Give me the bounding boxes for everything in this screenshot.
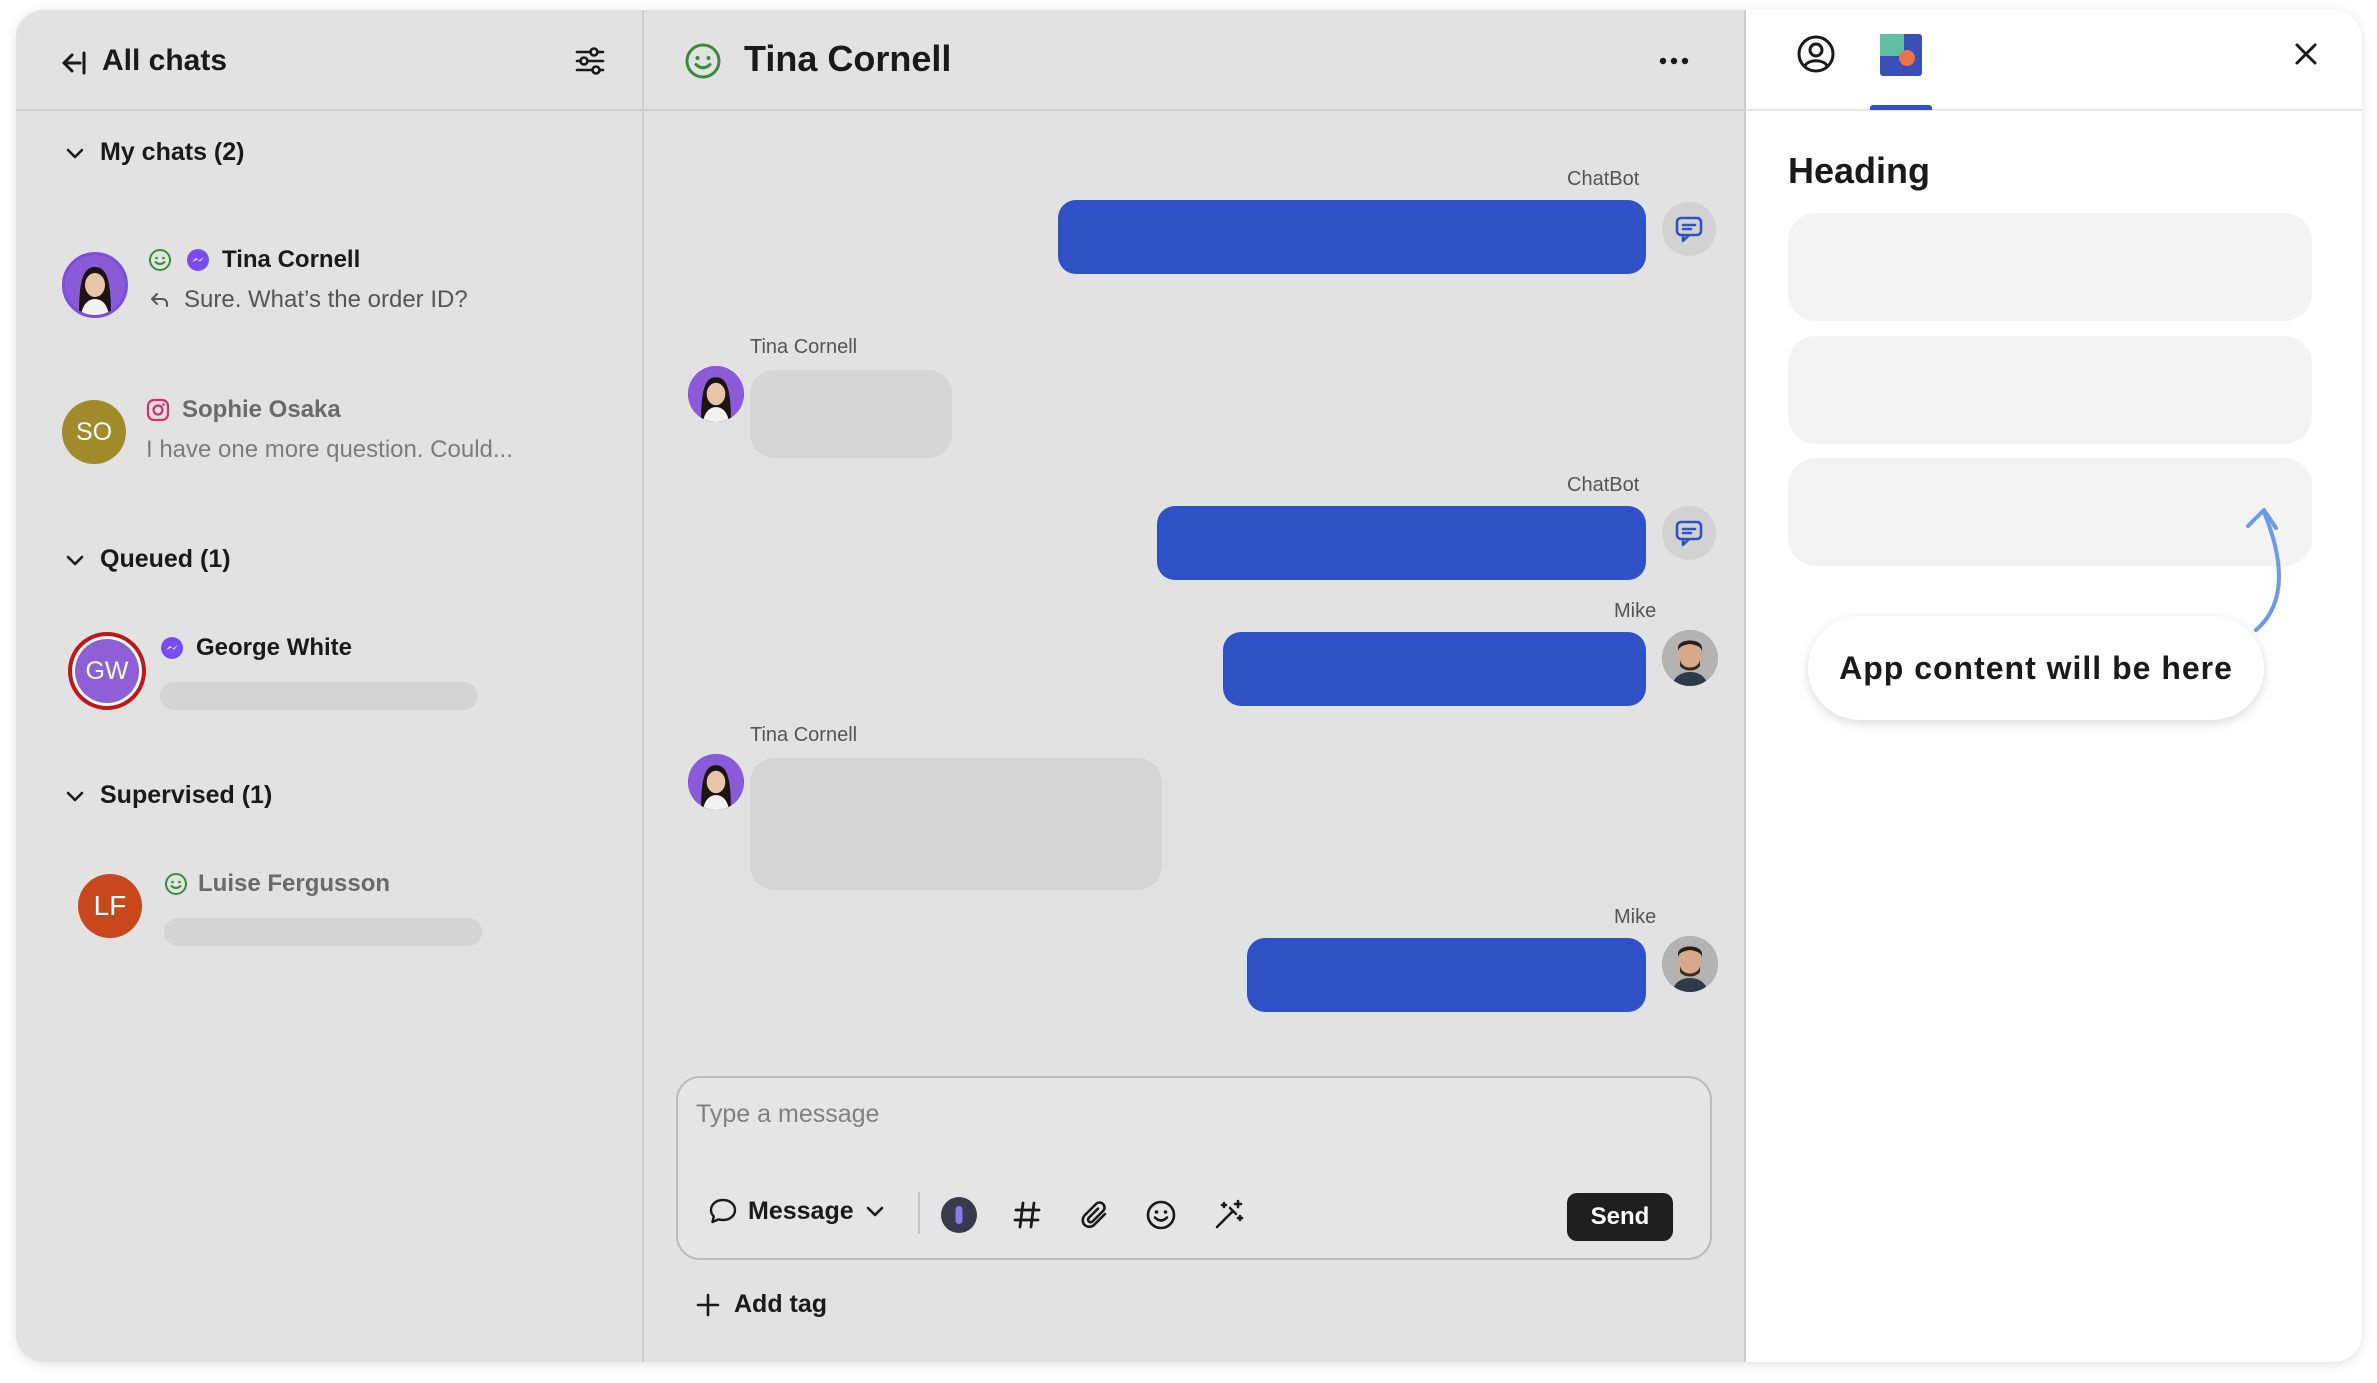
hashtag-button[interactable]: [1008, 1196, 1046, 1234]
chat-name: Tina Cornell: [222, 246, 361, 273]
message-author: Tina Cornell: [750, 336, 858, 358]
all-chats-title: All chats: [102, 44, 228, 77]
message-bubble: [1223, 632, 1646, 706]
content-card-placeholder: [1788, 458, 2312, 566]
avatar: SO: [62, 400, 126, 464]
filter-icon[interactable]: [572, 43, 608, 79]
chatbot-icon: [1662, 202, 1716, 256]
reply-icon: [151, 293, 168, 307]
message-composer: Message Send: [676, 1076, 1712, 1260]
message-input[interactable]: [696, 1100, 1596, 1129]
conversation-header: Tina Cornell: [644, 10, 1744, 111]
emoji-icon: [1146, 1200, 1176, 1230]
chat-name: Luise Fergusson: [198, 870, 391, 897]
paperclip-icon: [1081, 1201, 1107, 1229]
app-heading: Heading: [1788, 150, 1931, 191]
instagram-icon: [146, 398, 170, 422]
section-label: Supervised (1): [100, 781, 273, 809]
ai-orb-icon: [941, 1197, 977, 1233]
plus-icon: [696, 1293, 720, 1316]
mike-photo-icon: [1662, 936, 1718, 992]
message-bubble: [750, 758, 1162, 890]
chat-name: Sophie Osaka: [182, 396, 341, 423]
message-author: Mike: [1614, 600, 1657, 622]
add-tag-button[interactable]: Add tag: [694, 1290, 827, 1319]
avatar: [688, 366, 744, 422]
avatar: LF: [78, 874, 142, 938]
chevron-down-icon: [66, 148, 84, 158]
smile-icon: [149, 249, 171, 271]
avatar: [688, 754, 744, 810]
conversation-title: Tina Cornell: [744, 38, 952, 79]
messenger-icon: [187, 249, 209, 271]
tina-photo-icon: [65, 255, 125, 315]
avatar-initials: GW: [85, 656, 129, 685]
section-label: Queued (1): [100, 545, 231, 573]
chat-list-panel: All chats My chats (2) Tina Cornell Sure…: [16, 10, 644, 1362]
avatar: [62, 252, 128, 318]
more-options-icon[interactable]: [1654, 46, 1694, 76]
section-supervised[interactable]: Supervised (1): [64, 781, 272, 810]
app-content-callout: App content will be here: [1808, 616, 2264, 720]
section-my-chats[interactable]: My chats (2): [64, 138, 244, 167]
section-label: My chats (2): [100, 138, 245, 166]
curved-arrow-icon: [2246, 508, 2281, 632]
avatar-initials: LF: [93, 890, 127, 921]
chevron-down-icon: [866, 1206, 883, 1217]
message-type-dropdown[interactable]: Message: [708, 1196, 886, 1226]
chevron-down-icon: [66, 555, 84, 565]
attach-button[interactable]: [1076, 1196, 1114, 1234]
hashtag-icon: [1013, 1201, 1041, 1229]
chevron-down-icon: [66, 791, 84, 801]
avatar: [1662, 630, 1718, 686]
chatbot-icon: [1662, 506, 1716, 560]
avatar-initials: SO: [75, 417, 113, 446]
smile-icon: [165, 873, 187, 895]
details-panel: Heading App content will be here: [1746, 10, 2362, 1362]
smile-icon: [685, 43, 721, 79]
section-queued[interactable]: Queued (1): [64, 545, 231, 574]
active-tab-indicator: [1870, 105, 1932, 110]
message-author: Tina Cornell: [750, 724, 858, 746]
preview-placeholder: [164, 918, 482, 946]
details-header: [1746, 10, 2362, 111]
chat-list-header: All chats: [16, 10, 642, 111]
messenger-icon: [161, 637, 183, 659]
tina-photo-icon: [688, 754, 744, 810]
message-author: Mike: [1614, 906, 1657, 928]
chat-bubble-icon: [709, 1198, 737, 1224]
app-tab[interactable]: [1870, 26, 1932, 110]
avatar: [1662, 936, 1718, 992]
conversation-panel: Tina Cornell ChatBot Tina Cornell ChatBo…: [644, 10, 1746, 1362]
message-author: ChatBot: [1567, 474, 1640, 496]
emoji-button[interactable]: [1142, 1196, 1180, 1234]
send-button[interactable]: Send: [1567, 1193, 1673, 1241]
ai-assistant-button[interactable]: [940, 1196, 978, 1234]
content-card-placeholder: [1788, 213, 2312, 321]
mike-photo-icon: [1662, 630, 1718, 686]
chat-preview: I have one more question. Could...: [146, 436, 513, 463]
preview-placeholder: [160, 682, 478, 710]
collapse-back-icon[interactable]: [54, 46, 88, 80]
chat-preview: Sure. What’s the order ID?: [184, 286, 468, 313]
add-tag-label: Add tag: [734, 1290, 828, 1318]
close-icon[interactable]: [2292, 40, 2320, 68]
avatar: GW: [68, 632, 146, 710]
magic-wand-button[interactable]: [1210, 1196, 1248, 1234]
message-bubble: [1247, 938, 1646, 1012]
message-bubble: [1157, 506, 1646, 580]
content-card-placeholder: [1788, 336, 2312, 444]
toolbar-divider: [918, 1192, 920, 1234]
tina-photo-icon: [688, 366, 744, 422]
app-window: All chats My chats (2) Tina Cornell Sure…: [16, 10, 2362, 1362]
message-type-label: Message: [748, 1196, 854, 1225]
profile-tab-icon[interactable]: [1796, 34, 1836, 74]
chat-name: George White: [196, 634, 353, 661]
message-bubble: [750, 370, 952, 458]
app-logo-icon: [1880, 34, 1922, 76]
magic-wand-icon: [1215, 1199, 1244, 1229]
message-author: ChatBot: [1567, 168, 1640, 190]
message-bubble: [1058, 200, 1646, 274]
